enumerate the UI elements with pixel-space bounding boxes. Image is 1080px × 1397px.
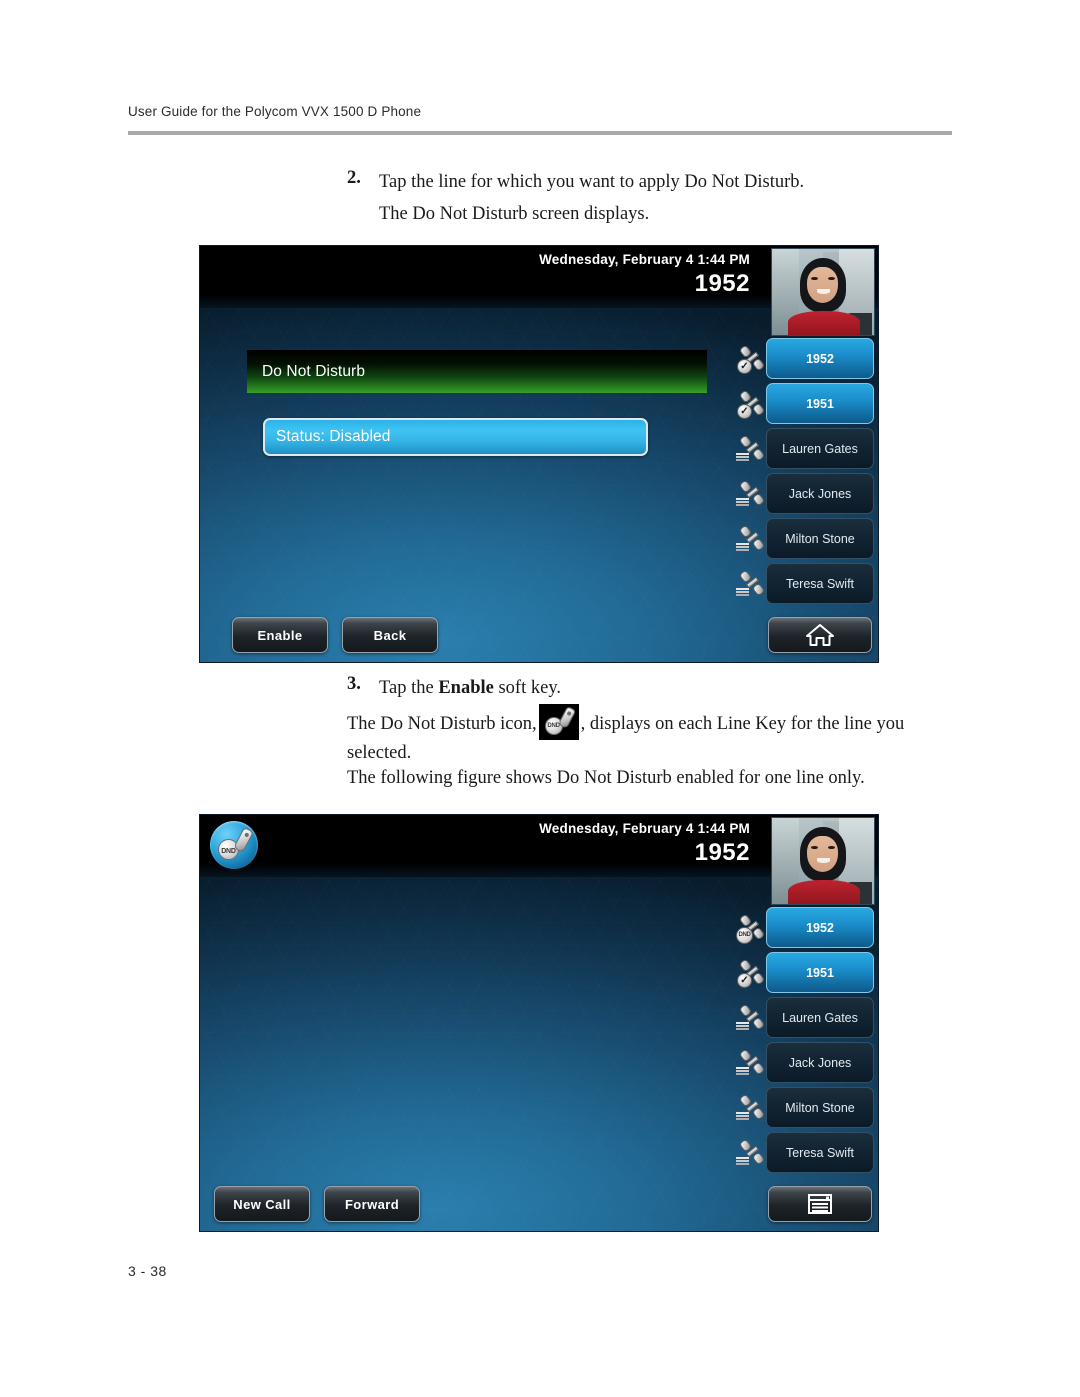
line-key-teresa-swift[interactable]: Teresa Swift	[736, 1132, 874, 1173]
step-2: 2. Tap the line for which you want to ap…	[347, 168, 967, 197]
door-hanger-icon: DND	[217, 826, 254, 862]
step-3-text-before: Tap the	[379, 678, 439, 698]
soft-key-back[interactable]: Back	[342, 617, 438, 653]
video-thumbnail[interactable]	[771, 817, 875, 905]
document-running-header: User Guide for the Polycom VVX 1500 D Ph…	[128, 104, 422, 119]
do-not-disturb-status-icon[interactable]: DND	[210, 821, 258, 869]
status-bar-date-time: Wednesday, February 4 1:44 PM	[539, 252, 750, 267]
handset-lines-icon	[736, 452, 749, 461]
window-menu-icon	[808, 1194, 832, 1214]
dnd-paragraph-before: The Do Not Disturb icon,	[347, 714, 537, 734]
handset-idle-icon	[736, 568, 769, 600]
line-key-jack-jones[interactable]: Jack Jones	[736, 1042, 874, 1083]
step-3-number: 3.	[347, 674, 361, 694]
line-key-jack-jones[interactable]: Jack Jones	[736, 473, 874, 514]
check-badge-icon: ✓	[737, 358, 752, 374]
line-key-label: Jack Jones	[788, 486, 852, 501]
menu-title-bar: Do Not Disturb	[247, 350, 707, 393]
handset-check-icon: ✓	[737, 957, 769, 989]
following-figure-paragraph: The following figure shows Do Not Distur…	[347, 768, 865, 788]
handset-check-icon: ✓	[737, 343, 769, 375]
menu-button[interactable]	[768, 1186, 872, 1222]
home-icon	[806, 624, 834, 646]
menu-title-label: Do Not Disturb	[262, 362, 366, 380]
step-2-number: 2.	[347, 168, 361, 188]
line-key-list: DND 1952 ✓ 1951 Lauren Gates Jack Jones	[736, 907, 874, 1177]
step-3-text-after: soft key.	[493, 678, 561, 698]
check-badge-icon: ✓	[737, 972, 752, 988]
header-rule	[128, 131, 952, 135]
handset-lines-icon	[736, 497, 749, 506]
page-number: 3 - 38	[128, 1263, 167, 1279]
home-button[interactable]	[768, 617, 872, 653]
thumbnail-person-smile	[816, 288, 831, 294]
dnd-status-label: Status: Disabled	[276, 428, 391, 445]
thumbnail-person-torso	[788, 879, 860, 904]
handset-lines-icon	[736, 1111, 749, 1120]
handset-lines-icon	[736, 542, 749, 551]
handset-idle-icon	[736, 1047, 769, 1079]
do-not-disturb-icon: DND	[538, 704, 579, 740]
line-key-lauren-gates[interactable]: Lauren Gates	[736, 997, 874, 1038]
line-key-milton-stone[interactable]: Milton Stone	[736, 1087, 874, 1128]
handset-idle-icon	[736, 478, 769, 510]
handset-idle-icon	[736, 1092, 769, 1124]
line-key-teresa-swift[interactable]: Teresa Swift	[736, 563, 874, 604]
video-thumbnail[interactable]	[771, 248, 875, 336]
step-3-softkey-name: Enable	[438, 678, 494, 698]
status-bar-date-time: Wednesday, February 4 1:44 PM	[539, 821, 750, 836]
soft-key-enable[interactable]: Enable	[232, 617, 328, 653]
handset-dnd-icon: DND	[736, 912, 769, 944]
soft-key-forward[interactable]: Forward	[324, 1186, 420, 1222]
line-key-1952[interactable]: ✓ 1952	[737, 338, 874, 379]
step-2-text: Tap the line for which you want to apply…	[379, 172, 805, 192]
line-key-label: 1952	[806, 351, 834, 366]
handset-idle-icon	[736, 433, 769, 465]
dnd-status-row[interactable]: Status: Disabled	[263, 418, 648, 456]
line-key-label: Lauren Gates	[782, 441, 858, 456]
line-key-milton-stone[interactable]: Milton Stone	[736, 518, 874, 559]
thumbnail-person-smile	[816, 857, 831, 863]
handset-idle-icon	[736, 523, 769, 555]
line-key-label: 1951	[806, 965, 834, 980]
line-key-label: Milton Stone	[785, 531, 855, 546]
line-key-label: 1952	[806, 920, 834, 935]
line-key-label: 1951	[806, 396, 834, 411]
phone-screenshot-do-not-disturb-menu: Wednesday, February 4 1:44 PM 1952 Do No…	[199, 245, 879, 663]
line-key-lauren-gates[interactable]: Lauren Gates	[736, 428, 874, 469]
line-key-label: Lauren Gates	[782, 1010, 858, 1025]
handset-idle-icon	[736, 1137, 769, 1169]
handset-lines-icon	[736, 1156, 749, 1165]
soft-key-new-call[interactable]: New Call	[214, 1186, 310, 1222]
line-key-label: Teresa Swift	[785, 576, 855, 591]
handset-lines-icon	[736, 587, 749, 596]
line-key-label: Jack Jones	[788, 1055, 852, 1070]
check-badge-icon: ✓	[737, 403, 752, 419]
line-key-list: ✓ 1952 ✓ 1951 Lauren Gates Jack Jones Mi…	[736, 338, 874, 608]
line-key-1952[interactable]: DND 1952	[736, 907, 874, 948]
status-bar-extension: 1952	[694, 839, 750, 866]
step-2-result-text: The Do Not Disturb screen displays.	[379, 204, 650, 224]
line-key-label: Milton Stone	[785, 1100, 855, 1115]
handset-lines-icon	[736, 1066, 749, 1075]
handset-idle-icon	[736, 1002, 769, 1034]
status-bar-extension: 1952	[694, 270, 750, 297]
dnd-badge-label: DND	[221, 848, 236, 855]
phone-screenshot-idle-dnd-enabled: Wednesday, February 4 1:44 PM 1952 DND D…	[199, 814, 879, 1232]
handset-lines-icon	[736, 1021, 749, 1030]
handset-check-icon: ✓	[737, 388, 769, 420]
thumbnail-person-torso	[788, 310, 860, 335]
dnd-icon-paragraph: The Do Not Disturb icon, DND, displays on…	[347, 704, 952, 768]
step-3: 3. Tap the Enable soft key.	[347, 674, 967, 703]
soft-key-bar: Enable Back	[232, 617, 438, 653]
line-key-label: Teresa Swift	[785, 1145, 855, 1160]
dnd-badge-icon: DND	[736, 926, 753, 944]
soft-key-bar: New Call Forward	[214, 1186, 420, 1222]
line-key-1951[interactable]: ✓ 1951	[737, 952, 874, 993]
line-key-1951[interactable]: ✓ 1951	[737, 383, 874, 424]
step-3-text: Tap the Enable soft key.	[379, 674, 561, 703]
